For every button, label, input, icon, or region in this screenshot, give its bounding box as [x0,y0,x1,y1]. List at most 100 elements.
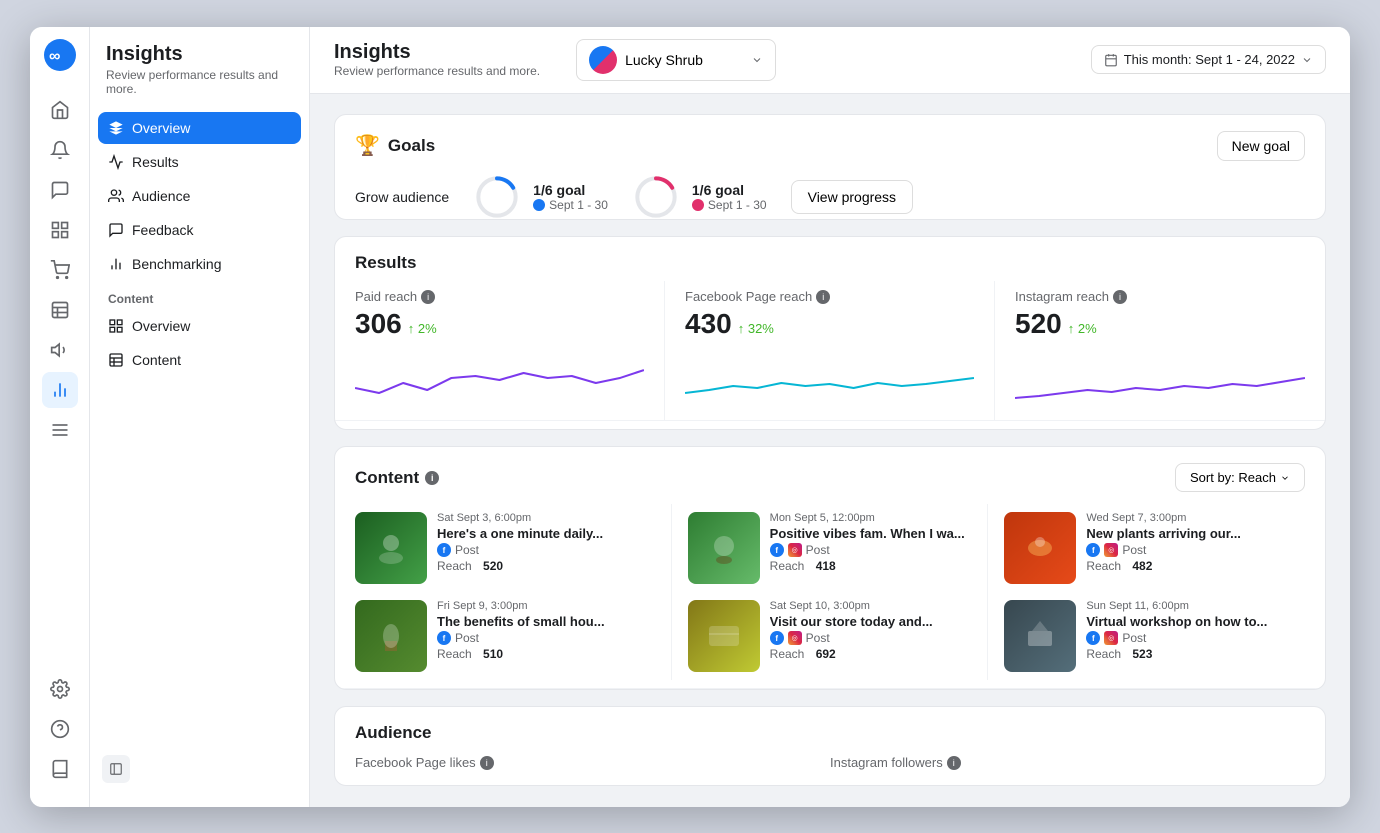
date-range-label: This month: Sept 1 - 24, 2022 [1124,52,1295,67]
content-platform-1: f Post [437,543,655,557]
info-icon-fb-likes: i [480,756,494,770]
metric-value-paid-reach: 306 ↑ 2% [355,308,644,340]
view-progress-button[interactable]: View progress [791,180,913,214]
ig-icon-5: ◎ [788,631,802,645]
fb-icon-3: f [1086,543,1100,557]
content-title-6: Virtual workshop on how to... [1086,614,1305,629]
audience-title: Audience [335,707,1325,755]
goals-header: 🏆 Goals New goal [335,115,1325,173]
nav-settings-btn[interactable] [42,671,78,707]
sort-button[interactable]: Sort by: Reach [1175,463,1305,492]
nav-chat-btn[interactable] [42,172,78,208]
content-platform-2: f ◎ Post [770,543,972,557]
date-range-selector[interactable]: This month: Sept 1 - 24, 2022 [1091,45,1326,74]
nav-bell-btn[interactable] [42,132,78,168]
topbar: Insights Review performance results and … [310,27,1350,94]
content-title-5: Visit our store today and... [770,614,972,629]
sidebar-item-feedback[interactable]: Feedback [98,214,301,246]
nav-shop-btn[interactable] [42,252,78,288]
goal-item-instagram: 1/6 goal Sept 1 - 30 [632,173,767,221]
see-content-report-btn[interactable]: See content report [335,688,1325,690]
content-item-6: Sun Sept 11, 6:00pm Virtual workshop on … [1004,592,1305,680]
info-icon-fb-page-reach: i [816,290,830,304]
content-reach-4: Reach 510 [437,647,655,661]
content-item-4: Fri Sept 9, 3:00pm The benefits of small… [355,592,655,680]
content-title-1: Here's a one minute daily... [437,526,655,541]
sidebar-content-label: Content [90,280,309,310]
content-item-3: Wed Sept 7, 3:00pm New plants arriving o… [1004,504,1305,592]
calendar-icon [1104,53,1118,67]
metric-change-ig-reach: ↑ 2% [1068,321,1097,336]
content-thumb-5 [688,600,760,672]
content-title-3: New plants arriving our... [1086,526,1305,541]
goals-body: Grow audience 1/6 goal [335,173,1325,221]
content-col-2: Mon Sept 5, 12:00pm Positive vibes fam. … [672,504,989,680]
ig-icon-3: ◎ [1104,543,1118,557]
fb-icon-5: f [770,631,784,645]
date-chevron-icon [1301,54,1313,66]
sidebar-nav: Overview Results Audience Feedback Bench… [90,112,309,280]
results-card: Results Paid reach i 306 ↑ 2% [334,236,1326,430]
goal-donut-instagram [632,173,680,221]
nav-book-btn[interactable] [42,751,78,787]
ig-icon-6: ◎ [1104,631,1118,645]
goal-donut-facebook [473,173,521,221]
metric-label-paid-reach: Paid reach i [355,289,644,304]
icon-bar: ∞ [30,27,90,807]
nav-table-btn[interactable] [42,292,78,328]
content-thumb-3 [1004,512,1076,584]
results-header: Results [335,237,1325,281]
new-goal-button[interactable]: New goal [1217,131,1305,161]
svg-text:∞: ∞ [49,48,60,65]
content-thumb-6 [1004,600,1076,672]
metric-fb-page-reach: Facebook Page reach i 430 ↑ 32% [665,281,995,420]
content-col-3: Wed Sept 7, 3:00pm New plants arriving o… [988,504,1305,680]
sidebar: Insights Review performance results and … [90,27,310,807]
nav-home-btn[interactable] [42,92,78,128]
goal-text-facebook: 1/6 goal Sept 1 - 30 [533,182,608,212]
content-info-3: Wed Sept 7, 3:00pm New plants arriving o… [1086,512,1305,584]
nav-chart-btn[interactable] [42,372,78,408]
sidebar-item-content[interactable]: Content [98,344,301,376]
account-selector[interactable]: Lucky Shrub [576,39,776,81]
audience-metrics-row: Facebook Page likes i Instagram follower… [335,755,1325,786]
fb-icon-1: f [437,543,451,557]
sidebar-item-results[interactable]: Results [98,146,301,178]
fb-icon-2: f [770,543,784,557]
metric-label-ig-reach: Instagram reach i [1015,289,1305,304]
content-items-grid: Sat Sept 3, 6:00pm Here's a one minute d… [335,504,1325,680]
sidebar-item-content-overview[interactable]: Overview [98,310,301,342]
content-date-6: Sun Sept 11, 6:00pm [1086,600,1305,612]
sidebar-item-benchmarking[interactable]: Benchmarking [98,248,301,280]
meta-logo: ∞ [44,39,76,76]
content-info-1: Sat Sept 3, 6:00pm Here's a one minute d… [437,512,655,584]
facebook-dot [533,199,545,211]
info-icon-ig-reach: i [1113,290,1127,304]
metric-chart-paid-reach [355,348,644,408]
ig-icon-2: ◎ [788,543,802,557]
sidebar-item-overview[interactable]: Overview [98,112,301,144]
collapse-sidebar-btn[interactable] [102,755,130,783]
account-name: Lucky Shrub [625,52,743,68]
sidebar-item-audience[interactable]: Audience [98,180,301,212]
nav-megaphone-btn[interactable] [42,332,78,368]
audience-metric-fb-likes: Facebook Page likes i [355,755,830,770]
sidebar-header: Insights Review performance results and … [90,43,309,112]
content-info-2: Mon Sept 5, 12:00pm Positive vibes fam. … [770,512,972,584]
sidebar-app-title: Insights [106,43,293,66]
nav-grid-btn[interactable] [42,212,78,248]
goal-item-facebook: 1/6 goal Sept 1 - 30 [473,173,608,221]
audience-metric-label-fb: Facebook Page likes i [355,755,830,770]
see-results-report-btn[interactable]: See results report [335,420,1325,430]
content-area: 🏆 Goals New goal Grow audience [310,94,1350,807]
metric-chart-fb-page-reach [685,348,974,408]
sort-chevron-icon [1280,473,1290,483]
nav-menu-btn[interactable] [42,412,78,448]
nav-help-btn[interactable] [42,711,78,747]
content-platform-6: f ◎ Post [1086,631,1305,645]
content-reach-6: Reach 523 [1086,647,1305,661]
audience-card: Audience Facebook Page likes i Instagram… [334,706,1326,786]
metric-ig-reach: Instagram reach i 520 ↑ 2% [995,281,1325,420]
content-info-4: Fri Sept 9, 3:00pm The benefits of small… [437,600,655,672]
goals-card: 🏆 Goals New goal Grow audience [334,114,1326,221]
